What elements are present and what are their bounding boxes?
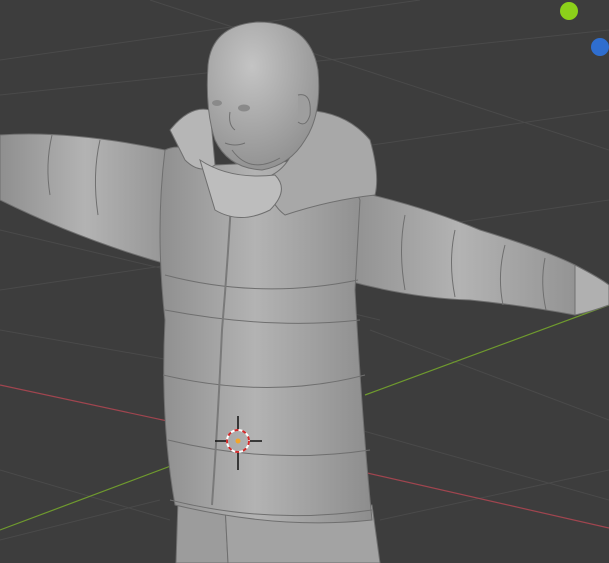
gizmo-z-axis-handle[interactable] [591,38,609,56]
gizmo-y-axis-handle[interactable] [560,2,578,20]
viewport-scene[interactable] [0,0,609,563]
character-model[interactable] [0,21,609,563]
3d-viewport[interactable] [0,0,609,563]
y-axis-line-right [364,304,609,396]
